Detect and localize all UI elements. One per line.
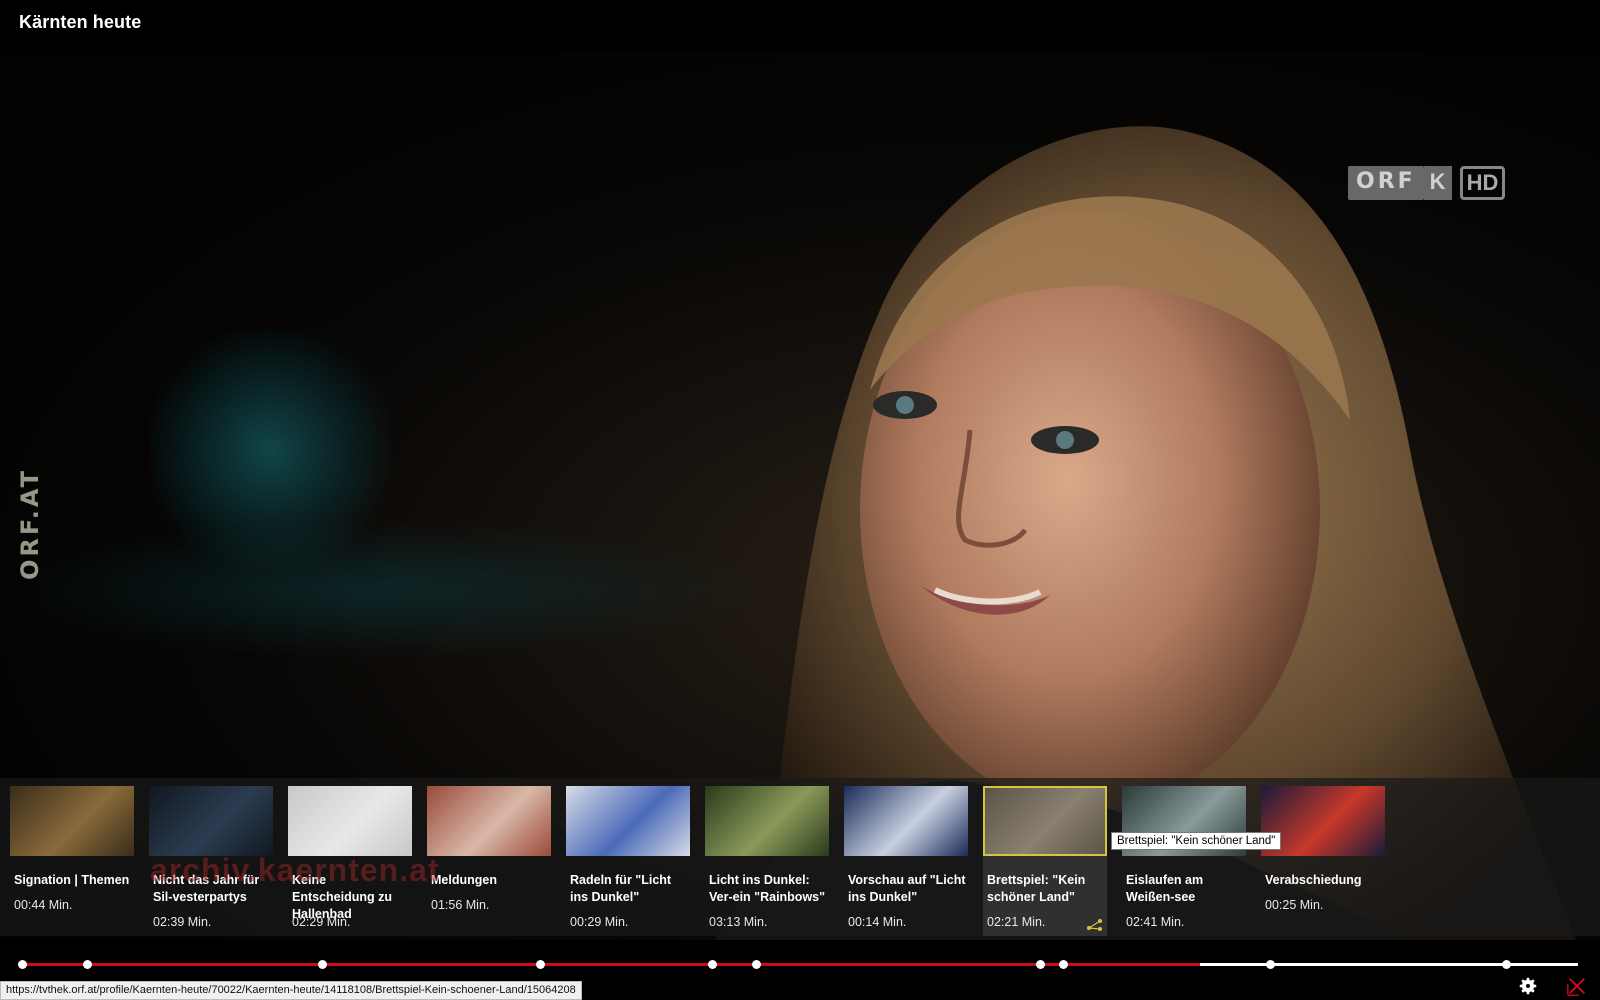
chapter-duration: 00:29 Min. bbox=[570, 915, 629, 929]
chapter-marker[interactable] bbox=[318, 960, 327, 969]
title-bar: Kärnten heute bbox=[0, 0, 1600, 50]
chapter-duration: 02:39 Min. bbox=[153, 915, 212, 929]
chapter-title: Eislaufen am Weißen-see bbox=[1126, 873, 1204, 904]
logo-k: K bbox=[1423, 166, 1452, 200]
logo-orf: ORF bbox=[1348, 166, 1424, 200]
chapter-title: Licht ins Dunkel: Ver-ein "Rainbows" bbox=[709, 873, 826, 904]
chapter-title: Signation | Themen bbox=[14, 873, 130, 887]
chapter-thumbnail[interactable] bbox=[705, 786, 829, 856]
orf-at-watermark: ORF.AT bbox=[16, 468, 44, 580]
chapter-thumbnail[interactable] bbox=[983, 786, 1107, 856]
chapter-title: Verabschiedung bbox=[1265, 873, 1362, 887]
progress-played bbox=[22, 963, 1200, 966]
logo-hd: HD bbox=[1459, 166, 1506, 200]
chapter-tile[interactable]: Licht ins Dunkel: Ver-ein "Rainbows" 03:1… bbox=[705, 786, 829, 936]
chapter-tooltip: Brettspiel: "Kein schöner Land" bbox=[1111, 832, 1282, 850]
browser-status-url: https://tvthek.orf.at/profile/Kaernten-h… bbox=[0, 981, 582, 1000]
chapter-marker[interactable] bbox=[752, 960, 761, 969]
chapter-tile[interactable]: Eislaufen am Weißen-see 02:41 Min. bbox=[1122, 786, 1246, 936]
chapter-marker[interactable] bbox=[1266, 960, 1275, 969]
chapter-duration: 00:25 Min. bbox=[1265, 898, 1324, 912]
share-icon[interactable] bbox=[1085, 918, 1105, 932]
chapter-duration: 01:56 Min. bbox=[431, 898, 490, 912]
progress-bar[interactable] bbox=[0, 936, 1600, 969]
chapter-duration: 02:29 Min. bbox=[292, 915, 351, 929]
chapter-title: Vorschau auf "Licht ins Dunkel" bbox=[848, 873, 966, 904]
chapter-tile[interactable]: Verabschiedung 00:25 Min. bbox=[1261, 786, 1385, 936]
chapter-marker[interactable] bbox=[1502, 960, 1511, 969]
chapter-thumbnail[interactable] bbox=[427, 786, 551, 856]
chapter-title: Meldungen bbox=[431, 873, 497, 887]
settings-gear-icon[interactable] bbox=[1517, 975, 1539, 997]
chapter-marker[interactable] bbox=[536, 960, 545, 969]
chapter-thumbnail[interactable] bbox=[844, 786, 968, 856]
chapter-marker[interactable] bbox=[708, 960, 717, 969]
chapter-duration: 02:21 Min. bbox=[987, 915, 1046, 929]
close-player-icon[interactable] bbox=[1566, 975, 1588, 997]
chapter-title: Radeln für "Licht ins Dunkel" bbox=[570, 873, 672, 904]
chapter-thumbnail[interactable] bbox=[288, 786, 412, 856]
program-title: Kärnten heute bbox=[19, 12, 142, 32]
chapter-tile[interactable]: Radeln für "Licht ins Dunkel" 00:29 Min. bbox=[566, 786, 690, 936]
chapter-tile[interactable]: Meldungen 01:56 Min. bbox=[427, 786, 551, 936]
chapter-tile[interactable]: Signation | Themen 00:44 Min. bbox=[10, 786, 134, 936]
chapter-thumbnail[interactable] bbox=[566, 786, 690, 856]
chapter-marker[interactable] bbox=[1059, 960, 1068, 969]
chapter-thumbnail[interactable] bbox=[149, 786, 273, 856]
chapter-duration: 00:44 Min. bbox=[14, 898, 73, 912]
background-website-text: archiv.kaernten.at bbox=[150, 852, 440, 888]
chapter-tile[interactable]: Vorschau auf "Licht ins Dunkel" 00:14 Min… bbox=[844, 786, 968, 936]
chapter-marker[interactable] bbox=[18, 960, 27, 969]
chapter-marker[interactable] bbox=[1036, 960, 1045, 969]
chapter-thumbnail[interactable] bbox=[10, 786, 134, 856]
chapter-duration: 03:13 Min. bbox=[709, 915, 768, 929]
chapter-duration: 00:14 Min. bbox=[848, 915, 907, 929]
chapter-tile[interactable]: Brettspiel: "Kein schöner Land" 02:21 Min… bbox=[983, 786, 1107, 936]
chapter-duration: 02:41 Min. bbox=[1126, 915, 1185, 929]
orf-k-hd-logo: ORF K HD bbox=[1348, 166, 1506, 200]
chapter-marker[interactable] bbox=[83, 960, 92, 969]
chapter-title: Brettspiel: "Kein schöner Land" bbox=[987, 873, 1086, 904]
